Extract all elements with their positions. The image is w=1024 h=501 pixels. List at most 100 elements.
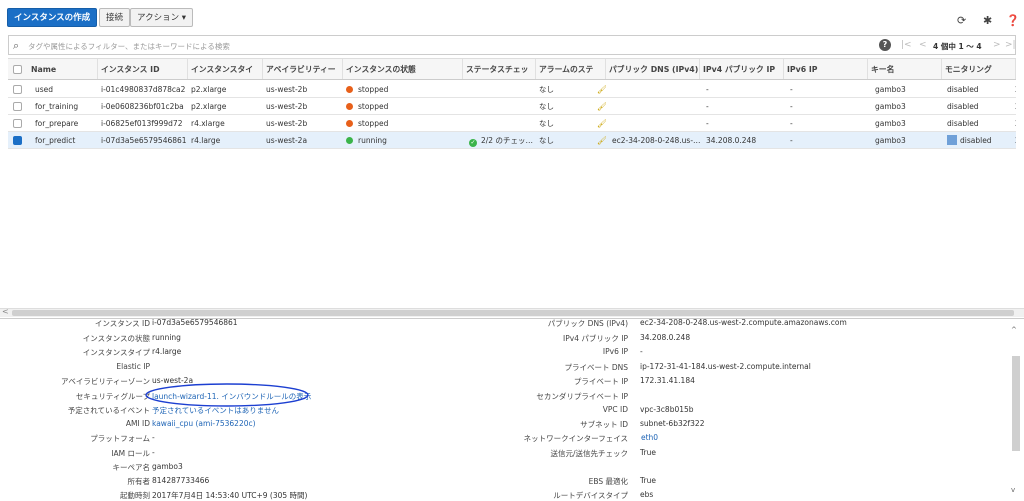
refresh-icon[interactable]: ⟳	[957, 14, 966, 27]
scrollbar-thumb[interactable]	[12, 310, 1014, 316]
cell-alarm: なし	[539, 102, 554, 111]
alarm-brush-icon[interactable]: 🖌	[594, 115, 606, 131]
column-header-public-dns[interactable]: パブリック DNS (IPv4)	[606, 59, 700, 79]
horizontal-scrollbar[interactable]: <	[0, 307, 1024, 317]
table-row-selected[interactable]: for_predict i-07d3a5e6579546861 r4.large…	[8, 132, 1016, 149]
detail-label: プライベート IP	[573, 377, 628, 386]
detail-label: ルートデバイスタイプ	[553, 491, 628, 500]
detail-label: ネットワークインターフェイス	[523, 434, 628, 443]
cell-state: running	[343, 132, 463, 148]
cell-alarm: なし	[539, 85, 554, 94]
table-row[interactable]: used i-01c4980837d878ca2 p2.xlarge us-we…	[8, 81, 1016, 98]
search-help-icon[interactable]: ?	[879, 39, 891, 51]
next-page-icon[interactable]: >	[993, 40, 1001, 50]
check-icon: ✓	[469, 139, 477, 147]
instances-table: Name インスタンス ID インスタンスタイ アベイラビリティー インスタンス…	[8, 58, 1016, 308]
column-header-key-name[interactable]: キー名	[868, 59, 942, 79]
toolbar: インスタンスの作成 接続 アクション ▾ ⟳ ✱ ❓	[0, 0, 1024, 33]
select-all-checkbox[interactable]	[13, 65, 22, 74]
detail-value: r4.large	[152, 347, 182, 356]
detail-value: 34.208.0.248	[640, 333, 691, 342]
scrollbar-thumb[interactable]	[1012, 356, 1020, 451]
search-bar[interactable]: ⌕ タグや属性によるフィルター、またはキーワードによる検索 ? |< < 4 個…	[8, 35, 1016, 55]
scroll-down-icon[interactable]: v	[1011, 486, 1015, 494]
detail-label: インスタンスの状態	[82, 334, 150, 343]
detail-value: ec2-34-208-0-248.us-west-2.compute.amazo…	[640, 318, 847, 327]
stopped-status-icon	[346, 120, 353, 127]
ami-link[interactable]: kawaii_cpu (ami-7536220c)	[152, 419, 256, 428]
cell-instance-id: i-06825ef013f999d72	[101, 119, 183, 128]
column-header-az[interactable]: アベイラビリティー	[263, 59, 343, 79]
network-interface-link[interactable]: eth0	[641, 433, 658, 442]
cell-extra: 2	[1012, 115, 1016, 131]
gear-icon[interactable]: ✱	[983, 14, 992, 27]
column-header-instance-type[interactable]: インスタンスタイ	[188, 59, 263, 79]
state-text: stopped	[358, 119, 389, 128]
cell-instance-id: i-0e0608236bf01c2ba	[101, 102, 184, 111]
detail-label: 起動時刻	[120, 491, 150, 500]
alarm-brush-icon[interactable]: 🖌	[594, 98, 606, 114]
cell-monitoring: disabled	[947, 119, 979, 128]
column-header-state[interactable]: インスタンスの状態	[343, 59, 463, 79]
cell-instance-id: i-07d3a5e6579546861	[101, 136, 187, 145]
connect-button[interactable]: 接続	[99, 8, 131, 27]
row-checkbox[interactable]	[13, 136, 22, 145]
search-input[interactable]: タグや属性によるフィルター、またはキーワードによる検索	[28, 41, 230, 52]
search-icon: ⌕	[13, 39, 20, 52]
actions-button[interactable]: アクション ▾	[130, 8, 194, 27]
running-status-icon	[346, 137, 353, 144]
help-icon[interactable]: ❓	[1006, 14, 1020, 27]
detail-value: gambo3	[152, 462, 183, 471]
vertical-scrollbar[interactable]: ^ v	[1011, 326, 1021, 498]
detail-label: AMI ID	[125, 419, 150, 428]
column-header-alarm-status[interactable]: アラームのステ	[536, 59, 606, 79]
scroll-up-icon[interactable]: ^	[1011, 326, 1017, 334]
row-checkbox[interactable]	[13, 85, 22, 94]
detail-label: サブネット ID	[580, 420, 628, 429]
cell-key-name: gambo3	[875, 102, 906, 111]
detail-label: アベイラビリティーゾーン	[60, 377, 150, 386]
detail-label: 予定されているイベント	[67, 406, 150, 415]
alarm-brush-icon[interactable]: 🖌	[594, 132, 606, 148]
cell-az: us-west-2b	[266, 102, 308, 111]
detail-label: IPv6 IP	[602, 347, 628, 356]
cell-az: us-west-2b	[266, 119, 308, 128]
detail-label: 所有者	[127, 477, 151, 486]
column-header-monitoring[interactable]: モニタリング	[942, 59, 1016, 79]
detail-label: セカンダリプライベート IP	[536, 392, 628, 401]
first-page-icon[interactable]: |<	[901, 40, 912, 50]
row-checkbox[interactable]	[13, 119, 22, 128]
column-header-status-checks[interactable]: ステータスチェッ	[463, 59, 536, 79]
monitoring-icon	[947, 135, 957, 145]
detail-label: Elastic IP	[116, 362, 150, 371]
cell-instance-type: p2.xlarge	[191, 85, 227, 94]
prev-page-icon[interactable]: <	[919, 40, 927, 50]
column-header-ipv6[interactable]: IPv6 IP	[784, 59, 868, 79]
row-checkbox[interactable]	[13, 102, 22, 111]
detail-label: プラットフォーム	[90, 434, 150, 443]
cell-alarm: なし	[539, 119, 554, 128]
column-header-ipv4[interactable]: IPv4 パブリック IP	[700, 59, 784, 79]
detail-label: IPv4 パブリック IP	[563, 334, 628, 343]
last-page-icon[interactable]: >|	[1005, 40, 1016, 50]
cell-name: used	[35, 85, 54, 94]
column-header-instance-id[interactable]: インスタンス ID	[98, 59, 188, 79]
details-panel: インスタンス ID インスタンスの状態 インスタンスタイプ Elastic IP…	[0, 318, 1024, 500]
detail-value: -	[152, 433, 155, 442]
detail-value: True	[640, 448, 656, 457]
create-instance-button[interactable]: インスタンスの作成	[7, 8, 98, 27]
detail-label: パブリック DNS (IPv4)	[547, 319, 628, 328]
cell-instance-id: i-01c4980837d878ca2	[101, 85, 186, 94]
scroll-left-icon[interactable]: <	[2, 307, 9, 316]
cell-status-checks: ✓ 2/2 のチェッ…	[466, 132, 536, 148]
alarm-brush-icon[interactable]: 🖌	[594, 81, 606, 97]
table-row[interactable]: for_training i-0e0608236bf01c2ba p2.xlar…	[8, 98, 1016, 115]
cell-state: stopped	[343, 81, 463, 97]
table-row[interactable]: for_prepare i-06825ef013f999d72 r4.xlarg…	[8, 115, 1016, 132]
detail-value: i-07d3a5e6579546861	[152, 318, 238, 327]
cell-alarm: なし	[539, 136, 554, 145]
cell-monitoring: disabled	[947, 102, 979, 111]
column-header-name[interactable]: Name	[28, 59, 98, 79]
cell-ipv6: -	[790, 102, 793, 111]
detail-value: ip-172-31-41-184.us-west-2.compute.inter…	[640, 362, 811, 371]
